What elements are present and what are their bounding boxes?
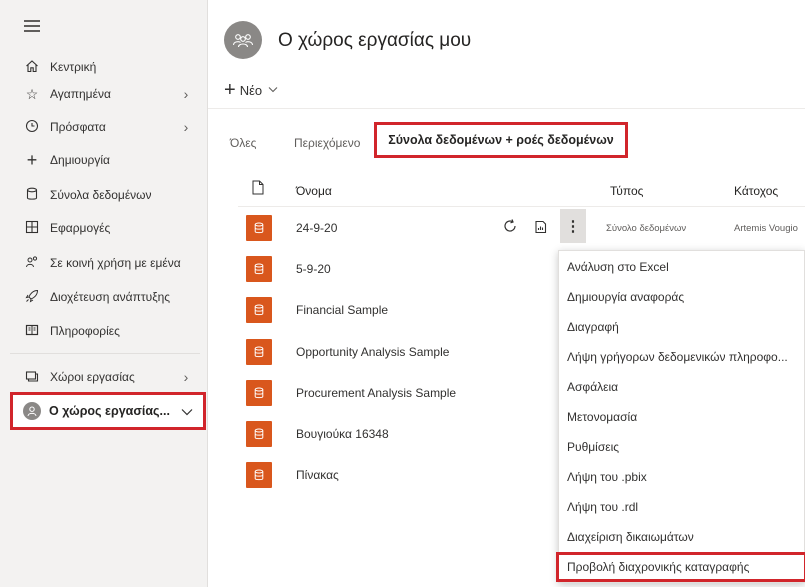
row-name[interactable]: Opportunity Analysis Sample (296, 345, 449, 359)
sidebar-item-deployment[interactable]: Διοχέτευση ανάπτυξης (0, 282, 208, 312)
menu-item-rename[interactable]: Μετονομασία (559, 403, 804, 431)
sidebar-item-label: Κεντρική (50, 60, 97, 74)
file-type-icon (252, 180, 264, 198)
row-name[interactable]: 24-9-20 (296, 221, 337, 235)
sidebar-item-datasets[interactable]: Σύνολα δεδομένων (0, 180, 208, 210)
sidebar-item-label: Πρόσφατα (50, 120, 106, 134)
plus-icon: + (224, 79, 236, 101)
tab-datasets-label: Σύνολα δεδομένων + ροές δεδομένων (388, 133, 614, 147)
menu-item-create-report[interactable]: Δημιουργία αναφοράς (559, 283, 804, 311)
dataset-icon (246, 215, 272, 241)
table-row[interactable]: 24-9-20 (238, 208, 805, 249)
sidebar-divider (10, 353, 200, 354)
chevron-down-icon (268, 84, 278, 96)
row-name[interactable]: Procurement Analysis Sample (296, 386, 456, 400)
dataset-icon (246, 297, 272, 323)
rocket-icon (20, 289, 44, 306)
tab-datasets[interactable]: Σύνολα δεδομένων + ροές δεδομένων (374, 122, 628, 158)
workspace-avatar (224, 21, 262, 59)
sidebar-item-label: Πληροφορίες (50, 324, 120, 338)
chevron-right-icon: › (183, 119, 189, 135)
sidebar-item-recent[interactable]: Πρόσφατα › (0, 112, 208, 142)
hamburger-menu-icon[interactable] (24, 20, 40, 35)
home-icon (20, 59, 44, 76)
workspaces-icon (20, 369, 44, 386)
column-header-name[interactable]: Όνομα (296, 184, 332, 198)
row-owner: Artemis Vougio (734, 223, 798, 234)
sidebar-item-label: Σύνολα δεδομένων (50, 188, 152, 202)
sidebar-item-shared[interactable]: Σε κοινή χρήση με εμένα (0, 248, 208, 278)
sidebar-item-learn[interactable]: Πληροφορίες (0, 316, 208, 346)
column-header-type[interactable]: Τύπος (610, 184, 643, 198)
menu-item-download-pbix[interactable]: Λήψη του .pbix (559, 463, 804, 491)
menu-item-quick-insights[interactable]: Λήψη γρήγορων δεδομενικών πληροφο... (559, 343, 804, 371)
people-icon (232, 34, 254, 48)
sidebar-item-create[interactable]: + Δημιουργία (0, 145, 208, 175)
dataset-icon (246, 339, 272, 365)
sidebar: Κεντρική ☆ Αγαπημένα › Πρόσφατα › + Δημι… (0, 0, 208, 587)
current-workspace-label: Ο χώρος εργασίας... (49, 404, 170, 418)
menu-item-view-lineage[interactable]: Προβολή διαχρονικής καταγραφής (556, 552, 805, 582)
sidebar-item-apps[interactable]: Εφαρμογές (0, 213, 208, 243)
column-header-owner[interactable]: Κάτοχος (734, 184, 778, 198)
row-name[interactable]: 5-9-20 (296, 262, 331, 276)
context-menu: Ανάλυση στο Excel Δημιουργία αναφοράς Δι… (556, 250, 805, 583)
more-options-button[interactable]: ⋮ (560, 209, 586, 243)
menu-item-manage-permissions[interactable]: Διαχείριση δικαιωμάτων (559, 523, 804, 551)
menu-item-download-rdl[interactable]: Λήψη του .rdl (559, 493, 804, 521)
page-title: Ο χώρος εργασίας μου (278, 30, 472, 51)
sidebar-item-label: Αγαπημένα (50, 87, 111, 101)
sidebar-item-label: Χώροι εργασίας (50, 370, 135, 384)
more-vertical-icon: ⋮ (565, 218, 581, 235)
new-button[interactable]: + Νέο (224, 80, 278, 100)
dataset-icon (246, 380, 272, 406)
workspace-avatar-icon (23, 402, 41, 420)
sidebar-item-workspaces[interactable]: Χώροι εργασίας › (0, 362, 208, 392)
create-report-icon[interactable] (534, 220, 548, 239)
apps-icon (20, 220, 44, 237)
sidebar-item-label: Σε κοινή χρήση με εμένα (50, 256, 181, 270)
tab-content[interactable]: Περιεχόμενο (294, 136, 360, 150)
menu-item-security[interactable]: Ασφάλεια (559, 373, 804, 401)
sidebar-item-home[interactable]: Κεντρική (0, 52, 208, 82)
clock-icon (20, 119, 44, 136)
chevron-right-icon: › (183, 369, 189, 385)
new-button-label: Νέο (239, 82, 263, 98)
row-type: Σύνολο δεδομένων (606, 223, 687, 234)
sidebar-item-label: Εφαρμογές (50, 221, 111, 235)
dataset-icon (246, 462, 272, 488)
shared-icon (20, 255, 44, 272)
row-name[interactable]: Βουγιούκα 16348 (296, 427, 389, 441)
header-divider (208, 108, 805, 109)
current-workspace-item[interactable]: Ο χώρος εργασίας... (10, 392, 206, 430)
sidebar-item-label: Διοχέτευση ανάπτυξης (50, 290, 171, 304)
menu-item-delete[interactable]: Διαγραφή (559, 313, 804, 341)
row-name[interactable]: Financial Sample (296, 303, 388, 317)
main-content: Ο χώρος εργασίας μου + Νέο Όλες Περιεχόμ… (208, 0, 805, 587)
row-name[interactable]: Πίνακας (296, 468, 339, 482)
dataset-icon (246, 421, 272, 447)
menu-item-analyze-excel[interactable]: Ανάλυση στο Excel (559, 253, 804, 281)
star-icon: ☆ (25, 85, 39, 102)
database-icon (20, 187, 44, 204)
table-header-divider (238, 206, 805, 207)
refresh-icon[interactable] (502, 218, 518, 239)
plus-icon: + (26, 149, 38, 170)
menu-item-settings[interactable]: Ρυθμίσεις (559, 433, 804, 461)
book-icon (20, 323, 44, 340)
chevron-down-icon (181, 403, 193, 419)
sidebar-item-favorites[interactable]: ☆ Αγαπημένα › (0, 79, 208, 109)
dataset-icon (246, 256, 272, 282)
tab-all[interactable]: Όλες (230, 136, 256, 150)
sidebar-item-label: Δημιουργία (50, 153, 110, 167)
chevron-right-icon: › (183, 86, 189, 102)
